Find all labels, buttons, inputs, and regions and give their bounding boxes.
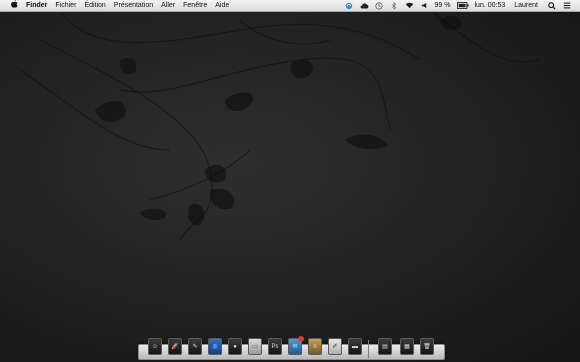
menu-user[interactable]: Laurent [508,0,544,11]
launchpad-icon[interactable]: 🚀 [168,338,182,355]
applications-stack-icon[interactable]: ▤ [378,338,392,355]
sync-icon[interactable] [345,1,354,10]
menu-fichier[interactable]: Fichier [51,0,80,11]
battery-icon[interactable] [456,1,469,10]
trash-icon[interactable]: 🗑 [420,338,434,355]
photoshop-icon[interactable]: Ps [268,338,282,355]
time-machine-icon[interactable] [375,1,384,10]
notification-badge [298,336,304,342]
menu-aide[interactable]: Aide [211,0,233,11]
search-icon[interactable] [547,1,556,10]
menu-clock[interactable]: lun. 00:53 [472,0,509,11]
menu-app-finder[interactable]: Finder [22,0,51,11]
menu-aller[interactable]: Aller [157,0,179,11]
dock: ☺ 🚀 ✎ ◎ ● ▭ Ps ✉ ≡ ✐ ▬ ▤ ▦ 🗑 [138,336,445,360]
desktop[interactable] [0,0,580,362]
notes-icon[interactable]: ≡ [308,338,322,355]
apple-icon[interactable] [7,0,22,12]
dock-separator [368,340,369,358]
volume-icon[interactable] [420,1,429,10]
wifi-icon[interactable] [405,1,414,10]
bluetooth-icon[interactable] [390,1,399,10]
menu-presentation[interactable]: Présentation [110,0,157,11]
preview-icon[interactable]: ▭ [248,338,262,355]
finder-icon[interactable]: ☺ [148,338,162,355]
list-icon[interactable] [562,1,571,10]
recorder-icon[interactable]: ● [228,338,242,355]
wallpaper-floral-pattern [19,9,541,241]
cloud-icon[interactable] [360,1,369,10]
battery-percent[interactable]: 99 % [432,0,454,11]
menu-bar: Finder Fichier Édition Présentation Alle… [0,0,580,12]
textedit-icon[interactable]: ✐ [328,338,342,355]
terminal-icon[interactable]: ▬ [348,338,362,355]
dashboard-icon[interactable]: ✎ [188,338,202,355]
menu-fenetre[interactable]: Fenêtre [179,0,211,11]
documents-stack-icon[interactable]: ▦ [400,338,414,355]
safari-icon[interactable]: ◎ [208,338,222,355]
menu-edition[interactable]: Édition [80,0,109,11]
